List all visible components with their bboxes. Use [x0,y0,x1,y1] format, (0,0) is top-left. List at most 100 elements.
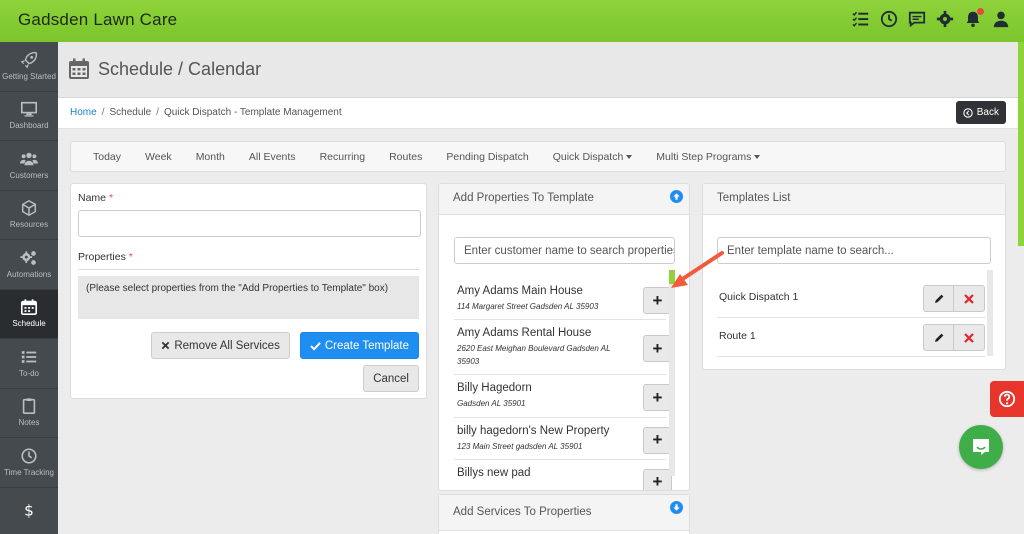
template-name-input[interactable] [78,210,421,237]
bell-icon[interactable] [964,8,984,28]
sidebar-item-time-tracking[interactable]: Time Tracking [0,438,58,488]
remove-all-services-button[interactable]: Remove All Services [151,332,290,359]
property-list-scrollbar[interactable] [669,270,675,476]
tab-routes[interactable]: Routes [377,151,434,163]
templates-list-header: Templates List [703,184,1005,215]
svg-text:$: $ [24,502,34,520]
property-name: Amy Adams Main House [457,285,583,297]
sidebar-item-to-do[interactable]: To-do [0,339,58,389]
tab-today[interactable]: Today [81,151,133,163]
tab-recurring[interactable]: Recurring [308,151,378,163]
top-bar: Gadsden Lawn Care [0,0,1024,42]
tab-multi-step-label: Multi Step Programs [656,150,752,163]
sidebar-item-dashboard[interactable]: Dashboard [0,92,58,141]
list-item: Amy Adams Main House 114 Margaret Street… [454,278,672,321]
template-form: Name * Properties * (Please select prope… [70,183,427,399]
close-icon [964,332,974,343]
property-list: Amy Adams Main House 114 Margaret Street… [454,278,672,490]
calendar-icon [69,58,89,79]
edit-template-button[interactable] [923,285,954,312]
breadcrumb-separator: / [156,107,159,118]
tab-multi-step-programs[interactable]: Multi Step Programs [644,151,772,163]
table-row: Route 1 [717,318,985,357]
user-icon[interactable] [992,10,1010,28]
add-property-button[interactable]: + [643,384,672,412]
help-tab[interactable] [990,381,1024,417]
add-property-button[interactable]: + [643,468,672,490]
chat-launcher-button[interactable] [959,425,1003,469]
app-title: Gadsden Lawn Care [18,10,178,29]
name-label: Name * [78,192,419,204]
chat-icon[interactable] [908,10,926,28]
tab-quick-dispatch[interactable]: Quick Dispatch [541,151,645,163]
template-actions [923,285,985,312]
sidebar-item-label: Dashboard [9,121,49,131]
clock-icon [21,448,37,464]
sidebar: Getting Started Dashboard Customers Reso… [0,42,58,534]
sidebar-item-customers[interactable]: Customers [0,141,58,191]
property-name: billy hagedorn's New Property [457,424,610,437]
caret-down-icon [754,154,761,159]
add-properties-header[interactable]: Add Properties To Template [439,184,689,215]
property-name: Amy Adams Rental House [457,327,592,340]
tab-month[interactable]: Month [184,151,237,163]
tab-week[interactable]: Week [133,151,184,163]
required-mark: * [108,192,114,204]
clock-icon[interactable] [880,10,898,28]
add-property-button[interactable]: + [643,426,672,454]
page-header: Schedule / Calendar [58,42,1018,98]
monitor-icon [20,102,38,118]
property-address: 2620 East Meighan Boulevard Gadsden AL 3… [457,344,611,366]
breadcrumb-schedule[interactable]: Schedule [109,107,151,118]
add-services-header[interactable]: Add Services To Properties [439,495,689,531]
sidebar-item-resources[interactable]: Resources [0,191,58,240]
sidebar-item-schedule[interactable]: Schedule [0,289,58,339]
template-list-scrollbar[interactable] [987,270,993,356]
sidebar-item-label: To-do [18,368,39,378]
property-address: 123 Main Street gadsden AL 35901 [457,441,583,451]
breadcrumb-current: Quick Dispatch - Template Management [163,107,342,118]
add-property-button[interactable]: + [643,335,672,363]
cancel-button[interactable]: Cancel [363,365,419,392]
delete-template-button[interactable] [954,285,985,312]
expand-down-icon[interactable] [670,501,683,514]
gear-icon[interactable] [936,10,954,28]
tab-quick-dispatch-label: Quick Dispatch [552,150,624,163]
calendar-icon [20,299,38,316]
sidebar-item-label: Schedule [12,319,46,329]
page-title: Schedule / Calendar [98,59,262,79]
back-button[interactable]: Back [955,101,1006,124]
properties-label-text: Properties [78,251,126,263]
scroll-edge [1018,42,1024,246]
sidebar-item-automations[interactable]: Automations [0,240,58,290]
template-search-input[interactable]: Enter template name to search... [717,237,991,264]
property-name: Billy Hagedorn [457,382,532,395]
breadcrumb-separator: / [101,107,105,118]
name-label-text: Name [78,192,107,204]
form-actions: Remove All Services Create Template [151,332,419,359]
remove-all-services-label: Remove All Services [174,339,280,352]
create-template-label: Create Template [324,339,409,352]
templates-list-title: Templates List [717,192,791,204]
sidebar-item-label: Customers [9,170,49,180]
breadcrumb-bar: Home / Schedule / Quick Dispatch - Template … [58,98,1018,129]
list-item: billy hagedorn's New Property 123 Main S… [454,418,672,460]
tab-pending-dispatch[interactable]: Pending Dispatch [434,151,540,163]
tab-all-events[interactable]: All Events [237,151,308,163]
edit-template-button[interactable] [923,324,954,351]
collapse-up-icon[interactable] [670,190,683,203]
back-button-label: Back [976,107,999,118]
breadcrumb-home-link[interactable]: Home [70,107,97,118]
add-services-panel: Add Services To Properties [438,494,690,534]
list-item: Billy Hagedorn Gadsden AL 35901 + [454,375,672,418]
sidebar-item-notes[interactable]: Notes [0,389,58,438]
checklist-icon[interactable] [852,10,870,28]
add-properties-title: Add Properties To Template [453,192,594,204]
table-row: Quick Dispatch 1 [717,279,985,318]
delete-template-button[interactable] [954,324,985,351]
sidebar-item-billing[interactable]: $ [0,488,58,534]
customer-search-input[interactable]: Enter customer name to search properties [454,237,675,264]
properties-hint: (Please select properties from the "Add … [78,276,419,319]
create-template-button[interactable]: Create Template [299,332,419,359]
sidebar-item-getting-started[interactable]: Getting Started [0,42,58,92]
